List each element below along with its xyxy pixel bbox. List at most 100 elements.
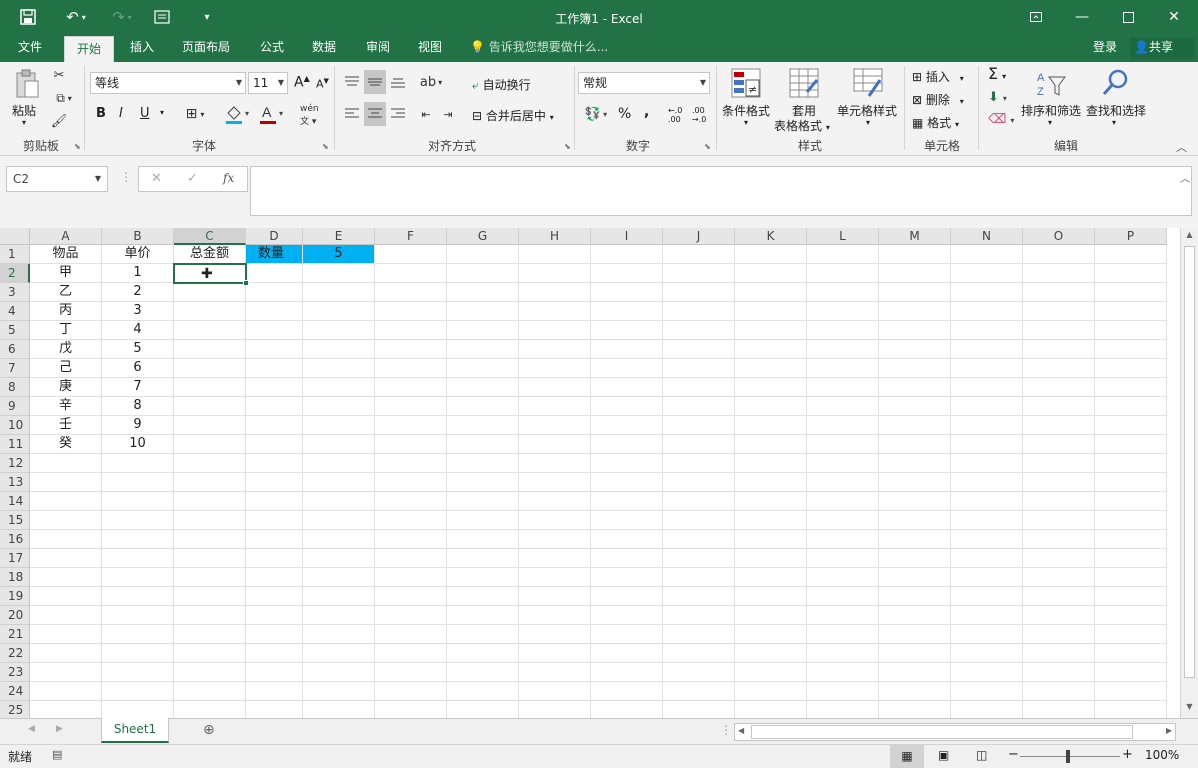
cell-p25[interactable] (1095, 701, 1167, 718)
tell-me-box[interactable]: 💡 告诉我您想要做什么... (470, 34, 608, 62)
cell-o14[interactable] (1023, 492, 1095, 511)
cell-k7[interactable] (735, 359, 807, 378)
clipboard-launcher-icon[interactable]: ⬊ (74, 142, 81, 151)
cell-b21[interactable] (102, 625, 174, 644)
cell-e11[interactable] (303, 435, 375, 454)
cell-i1[interactable] (591, 245, 663, 264)
cell-m21[interactable] (879, 625, 951, 644)
insert-function-button[interactable]: fx (223, 171, 234, 185)
tab-page-layout[interactable]: 页面布局 (172, 34, 240, 62)
tab-review[interactable]: 审阅 (356, 34, 400, 62)
cell-i2[interactable] (591, 264, 663, 283)
cell-i10[interactable] (591, 416, 663, 435)
cell-h2[interactable] (519, 264, 591, 283)
cell-k22[interactable] (735, 644, 807, 663)
cell-a12[interactable] (30, 454, 102, 473)
cell-c4[interactable] (174, 302, 246, 321)
increase-decimal-button[interactable]: ←.0 .00 (668, 106, 688, 124)
row-header-11[interactable]: 11 (0, 435, 30, 454)
align-top-icon[interactable] (342, 72, 362, 92)
cell-c12[interactable] (174, 454, 246, 473)
cell-m24[interactable] (879, 682, 951, 701)
cell-p16[interactable] (1095, 530, 1167, 549)
collapse-ribbon-icon[interactable]: ︿ (1176, 139, 1187, 155)
cell-i21[interactable] (591, 625, 663, 644)
cell-l6[interactable] (807, 340, 879, 359)
font-name-dropdown[interactable]: 等线 ▼ (90, 72, 246, 94)
column-header-o[interactable]: O (1023, 228, 1095, 245)
cell-l10[interactable] (807, 416, 879, 435)
cell-n15[interactable] (951, 511, 1023, 530)
cell-d20[interactable] (246, 606, 303, 625)
cell-o6[interactable] (1023, 340, 1095, 359)
cell-j20[interactable] (663, 606, 735, 625)
cell-n14[interactable] (951, 492, 1023, 511)
cell-b20[interactable] (102, 606, 174, 625)
cell-e21[interactable] (303, 625, 375, 644)
cell-o2[interactable] (1023, 264, 1095, 283)
cell-n18[interactable] (951, 568, 1023, 587)
font-color-icon[interactable]: A ▾ (256, 102, 288, 126)
number-launcher-icon[interactable]: ⬊ (704, 142, 711, 151)
cell-d18[interactable] (246, 568, 303, 587)
cell-l14[interactable] (807, 492, 879, 511)
cell-d7[interactable] (246, 359, 303, 378)
row-header-23[interactable]: 23 (0, 663, 30, 682)
cell-o11[interactable] (1023, 435, 1095, 454)
row-header-1[interactable]: 1 (0, 245, 30, 264)
cell-n13[interactable] (951, 473, 1023, 492)
vertical-scrollbar[interactable]: ▲ ▼ (1180, 228, 1198, 718)
phonetic-icon[interactable]: wén 文 ▾ (300, 104, 319, 127)
cell-e8[interactable] (303, 378, 375, 397)
cell-h13[interactable] (519, 473, 591, 492)
number-format-dropdown[interactable]: 常规 ▼ (578, 72, 710, 94)
column-header-m[interactable]: M (879, 228, 951, 245)
cell-j1[interactable] (663, 245, 735, 264)
row-header-24[interactable]: 24 (0, 682, 30, 701)
cell-e17[interactable] (303, 549, 375, 568)
cell-m4[interactable] (879, 302, 951, 321)
cell-k3[interactable] (735, 283, 807, 302)
column-header-j[interactable]: J (663, 228, 735, 245)
column-header-k[interactable]: K (735, 228, 807, 245)
cell-i24[interactable] (591, 682, 663, 701)
cell-j25[interactable] (663, 701, 735, 718)
cell-f23[interactable] (375, 663, 447, 682)
find-select-button[interactable]: 查找和选择 (1086, 102, 1146, 119)
cell-k6[interactable] (735, 340, 807, 359)
cell-n22[interactable] (951, 644, 1023, 663)
cell-h11[interactable] (519, 435, 591, 454)
cell-p20[interactable] (1095, 606, 1167, 625)
cell-h17[interactable] (519, 549, 591, 568)
cell-n7[interactable] (951, 359, 1023, 378)
cell-f25[interactable] (375, 701, 447, 718)
cell-c16[interactable] (174, 530, 246, 549)
cell-d12[interactable] (246, 454, 303, 473)
cell-o15[interactable] (1023, 511, 1095, 530)
cell-i23[interactable] (591, 663, 663, 682)
cell-m12[interactable] (879, 454, 951, 473)
alignment-launcher-icon[interactable]: ⬊ (564, 142, 571, 151)
column-header-e[interactable]: E (303, 228, 375, 245)
scroll-down-icon[interactable]: ▼ (1183, 702, 1196, 716)
cell-f6[interactable] (375, 340, 447, 359)
cell-b22[interactable] (102, 644, 174, 663)
cell-o24[interactable] (1023, 682, 1095, 701)
cell-a11[interactable]: 癸 (30, 435, 102, 454)
percent-button[interactable]: % (618, 106, 631, 122)
cell-d11[interactable] (246, 435, 303, 454)
cell-f7[interactable] (375, 359, 447, 378)
cell-l11[interactable] (807, 435, 879, 454)
cell-k11[interactable] (735, 435, 807, 454)
cell-d3[interactable] (246, 283, 303, 302)
cell-styles-icon[interactable] (852, 66, 884, 100)
cell-j23[interactable] (663, 663, 735, 682)
cell-e12[interactable] (303, 454, 375, 473)
cell-k24[interactable] (735, 682, 807, 701)
cell-h15[interactable] (519, 511, 591, 530)
cell-f5[interactable] (375, 321, 447, 340)
cell-i4[interactable] (591, 302, 663, 321)
cell-e10[interactable] (303, 416, 375, 435)
cell-e18[interactable] (303, 568, 375, 587)
cell-h22[interactable] (519, 644, 591, 663)
